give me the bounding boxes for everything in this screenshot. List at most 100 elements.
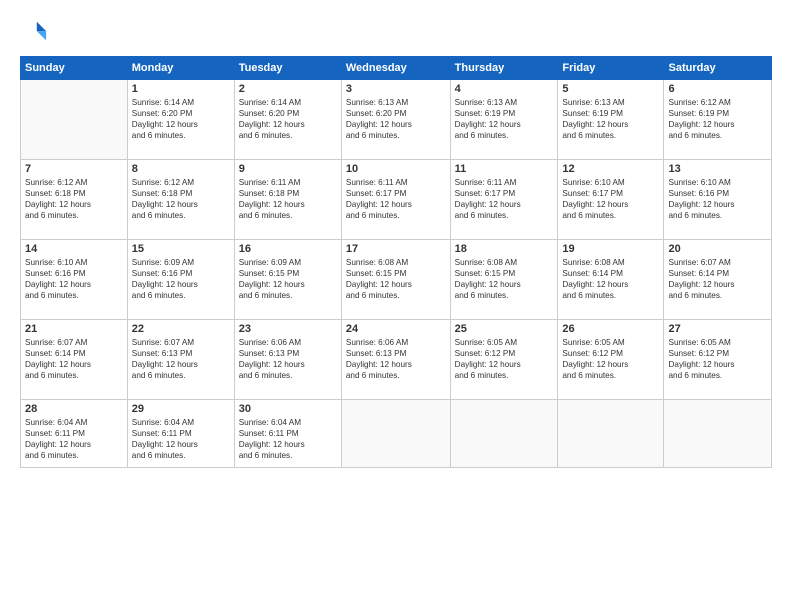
day-info: Sunrise: 6:05 AM Sunset: 6:12 PM Dayligh…: [455, 337, 554, 381]
calendar-cell: 16 Sunrise: 6:09 AM Sunset: 6:15 PM Dayli…: [234, 240, 341, 320]
day-info: Sunrise: 6:09 AM Sunset: 6:16 PM Dayligh…: [132, 257, 230, 301]
day-number: 2: [239, 83, 337, 95]
day-number: 29: [132, 403, 230, 415]
col-saturday: Saturday: [664, 57, 772, 80]
calendar-table: Sunday Monday Tuesday Wednesday Thursday…: [20, 56, 772, 468]
day-number: 21: [25, 323, 123, 335]
day-number: 20: [668, 243, 767, 255]
calendar-cell: 23 Sunrise: 6:06 AM Sunset: 6:13 PM Dayli…: [234, 320, 341, 400]
day-info: Sunrise: 6:10 AM Sunset: 6:16 PM Dayligh…: [25, 257, 123, 301]
day-info: Sunrise: 6:13 AM Sunset: 6:19 PM Dayligh…: [562, 97, 659, 141]
calendar-cell: 17 Sunrise: 6:08 AM Sunset: 6:15 PM Dayli…: [341, 240, 450, 320]
calendar-cell: 6 Sunrise: 6:12 AM Sunset: 6:19 PM Daylig…: [664, 80, 772, 160]
day-info: Sunrise: 6:11 AM Sunset: 6:17 PM Dayligh…: [346, 177, 446, 221]
day-number: 19: [562, 243, 659, 255]
day-number: 25: [455, 323, 554, 335]
calendar-cell: 27 Sunrise: 6:05 AM Sunset: 6:12 PM Dayli…: [664, 320, 772, 400]
day-info: Sunrise: 6:13 AM Sunset: 6:19 PM Dayligh…: [455, 97, 554, 141]
day-info: Sunrise: 6:11 AM Sunset: 6:17 PM Dayligh…: [455, 177, 554, 221]
col-thursday: Thursday: [450, 57, 558, 80]
day-number: 5: [562, 83, 659, 95]
day-info: Sunrise: 6:04 AM Sunset: 6:11 PM Dayligh…: [239, 417, 337, 461]
calendar-cell: 10 Sunrise: 6:11 AM Sunset: 6:17 PM Dayli…: [341, 160, 450, 240]
calendar-cell: 4 Sunrise: 6:13 AM Sunset: 6:19 PM Daylig…: [450, 80, 558, 160]
day-number: 9: [239, 163, 337, 175]
calendar-cell: [21, 80, 128, 160]
day-info: Sunrise: 6:08 AM Sunset: 6:15 PM Dayligh…: [455, 257, 554, 301]
calendar-cell: 5 Sunrise: 6:13 AM Sunset: 6:19 PM Daylig…: [558, 80, 664, 160]
calendar-cell: 7 Sunrise: 6:12 AM Sunset: 6:18 PM Daylig…: [21, 160, 128, 240]
day-number: 26: [562, 323, 659, 335]
day-number: 12: [562, 163, 659, 175]
calendar-cell: 13 Sunrise: 6:10 AM Sunset: 6:16 PM Dayli…: [664, 160, 772, 240]
calendar-cell: 9 Sunrise: 6:11 AM Sunset: 6:18 PM Daylig…: [234, 160, 341, 240]
calendar-cell: 30 Sunrise: 6:04 AM Sunset: 6:11 PM Dayli…: [234, 400, 341, 468]
day-info: Sunrise: 6:14 AM Sunset: 6:20 PM Dayligh…: [239, 97, 337, 141]
day-info: Sunrise: 6:12 AM Sunset: 6:19 PM Dayligh…: [668, 97, 767, 141]
day-number: 15: [132, 243, 230, 255]
day-number: 30: [239, 403, 337, 415]
calendar-cell: [558, 400, 664, 468]
calendar-cell: 20 Sunrise: 6:07 AM Sunset: 6:14 PM Dayli…: [664, 240, 772, 320]
day-info: Sunrise: 6:09 AM Sunset: 6:15 PM Dayligh…: [239, 257, 337, 301]
day-number: 3: [346, 83, 446, 95]
calendar-cell: 24Sunrise: 6:06 AM Sunset: 6:13 PM Dayli…: [341, 320, 450, 400]
col-tuesday: Tuesday: [234, 57, 341, 80]
day-number: 7: [25, 163, 123, 175]
day-number: 17: [346, 243, 446, 255]
day-number: 10: [346, 163, 446, 175]
day-number: 14: [25, 243, 123, 255]
calendar-cell: 29 Sunrise: 6:04 AM Sunset: 6:11 PM Dayli…: [127, 400, 234, 468]
calendar-cell: [664, 400, 772, 468]
calendar-cell: 26 Sunrise: 6:05 AM Sunset: 6:12 PM Dayli…: [558, 320, 664, 400]
day-info: Sunrise: 6:12 AM Sunset: 6:18 PM Dayligh…: [132, 177, 230, 221]
day-info: Sunrise: 6:10 AM Sunset: 6:16 PM Dayligh…: [668, 177, 767, 221]
page-header: [20, 18, 772, 46]
day-info: Sunrise: 6:08 AM Sunset: 6:14 PM Dayligh…: [562, 257, 659, 301]
day-info: Sunrise: 6:06 AM Sunset: 6:13 PM Dayligh…: [239, 337, 337, 381]
calendar-cell: 2 Sunrise: 6:14 AM Sunset: 6:20 PM Daylig…: [234, 80, 341, 160]
calendar-cell: 21 Sunrise: 6:07 AM Sunset: 6:14 PM Dayli…: [21, 320, 128, 400]
col-sunday: Sunday: [21, 57, 128, 80]
day-info: Sunrise: 6:14 AM Sunset: 6:20 PM Dayligh…: [132, 97, 230, 141]
day-info: Sunrise: 6:13 AM Sunset: 6:20 PM Dayligh…: [346, 97, 446, 141]
calendar-cell: 14 Sunrise: 6:10 AM Sunset: 6:16 PM Dayli…: [21, 240, 128, 320]
day-number: 16: [239, 243, 337, 255]
day-info: Sunrise: 6:08 AM Sunset: 6:15 PM Dayligh…: [346, 257, 446, 301]
day-number: 23: [239, 323, 337, 335]
day-number: 11: [455, 163, 554, 175]
day-info: Sunrise: 6:07 AM Sunset: 6:14 PM Dayligh…: [25, 337, 123, 381]
calendar-cell: 28 Sunrise: 6:04 AM Sunset: 6:11 PM Dayli…: [21, 400, 128, 468]
col-friday: Friday: [558, 57, 664, 80]
day-number: 4: [455, 83, 554, 95]
day-number: 1: [132, 83, 230, 95]
day-info: Sunrise: 6:12 AM Sunset: 6:18 PM Dayligh…: [25, 177, 123, 221]
logo-icon: [20, 18, 48, 46]
day-info: Sunrise: 6:05 AM Sunset: 6:12 PM Dayligh…: [562, 337, 659, 381]
day-number: 24: [346, 323, 446, 335]
calendar-cell: 12 Sunrise: 6:10 AM Sunset: 6:17 PM Dayli…: [558, 160, 664, 240]
calendar-header-row: Sunday Monday Tuesday Wednesday Thursday…: [21, 57, 772, 80]
calendar-cell: 3 Sunrise: 6:13 AM Sunset: 6:20 PM Daylig…: [341, 80, 450, 160]
day-number: 13: [668, 163, 767, 175]
calendar-cell: 25 Sunrise: 6:05 AM Sunset: 6:12 PM Dayli…: [450, 320, 558, 400]
day-info: Sunrise: 6:04 AM Sunset: 6:11 PM Dayligh…: [132, 417, 230, 461]
day-number: 22: [132, 323, 230, 335]
day-number: 28: [25, 403, 123, 415]
day-number: 6: [668, 83, 767, 95]
day-info: Sunrise: 6:07 AM Sunset: 6:14 PM Dayligh…: [668, 257, 767, 301]
calendar-cell: 18 Sunrise: 6:08 AM Sunset: 6:15 PM Dayli…: [450, 240, 558, 320]
day-info: Sunrise: 6:04 AM Sunset: 6:11 PM Dayligh…: [25, 417, 123, 461]
calendar-cell: 11 Sunrise: 6:11 AM Sunset: 6:17 PM Dayli…: [450, 160, 558, 240]
logo: [20, 18, 52, 46]
day-info: Sunrise: 6:11 AM Sunset: 6:18 PM Dayligh…: [239, 177, 337, 221]
col-wednesday: Wednesday: [341, 57, 450, 80]
day-info: Sunrise: 6:10 AM Sunset: 6:17 PM Dayligh…: [562, 177, 659, 221]
day-info: Sunrise: 6:05 AM Sunset: 6:12 PM Dayligh…: [668, 337, 767, 381]
col-monday: Monday: [127, 57, 234, 80]
day-number: 8: [132, 163, 230, 175]
day-number: 27: [668, 323, 767, 335]
day-number: 18: [455, 243, 554, 255]
calendar-cell: 19 Sunrise: 6:08 AM Sunset: 6:14 PM Dayli…: [558, 240, 664, 320]
calendar-cell: 1 Sunrise: 6:14 AM Sunset: 6:20 PM Daylig…: [127, 80, 234, 160]
